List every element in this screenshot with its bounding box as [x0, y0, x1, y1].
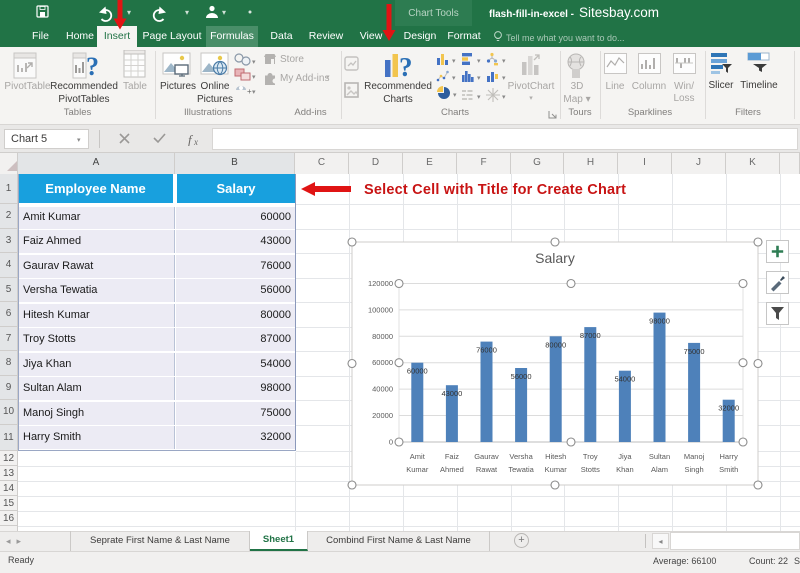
svg-text:40000: 40000	[372, 385, 393, 394]
svg-text:▾: ▾	[452, 75, 456, 82]
svg-text:?: ?	[86, 52, 99, 79]
svg-text:?: ?	[399, 52, 413, 79]
svg-text:Sultan: Sultan	[649, 452, 670, 461]
svg-text:32000: 32000	[718, 404, 739, 413]
svg-text:76000: 76000	[476, 346, 497, 355]
svg-text:▾: ▾	[252, 59, 256, 66]
svg-text:Smith: Smith	[719, 465, 738, 474]
svg-text:120000: 120000	[368, 279, 393, 288]
svg-text:100000: 100000	[368, 305, 393, 314]
svg-text:Kumar: Kumar	[406, 465, 429, 474]
svg-text:▾: ▾	[453, 92, 457, 99]
svg-text:▾: ▾	[185, 8, 189, 17]
svg-text:Kumar: Kumar	[545, 465, 568, 474]
svg-text:▾: ▾	[222, 8, 226, 17]
svg-text:▾: ▾	[477, 58, 481, 65]
svg-text:Versha: Versha	[509, 452, 533, 461]
svg-text:Alam: Alam	[651, 465, 668, 474]
svg-text:Jiya: Jiya	[618, 452, 632, 461]
svg-text:▾: ▾	[477, 75, 481, 82]
svg-text:Manoj: Manoj	[684, 452, 705, 461]
svg-text:Stotts: Stotts	[581, 465, 600, 474]
svg-text:0: 0	[389, 438, 393, 447]
svg-text:87000: 87000	[580, 331, 601, 340]
svg-text:Rawat: Rawat	[476, 465, 498, 474]
svg-text:▾: ▾	[252, 74, 256, 81]
svg-text:43000: 43000	[441, 389, 462, 398]
svg-text:98000: 98000	[649, 317, 670, 326]
svg-text:▾: ▾	[452, 58, 456, 65]
svg-text:▾: ▾	[477, 94, 481, 101]
svg-text:60000: 60000	[372, 358, 393, 367]
svg-text:Ahmed: Ahmed	[440, 465, 464, 474]
svg-text:Singh: Singh	[685, 465, 704, 474]
svg-text:80000: 80000	[372, 332, 393, 341]
svg-text:Tewatia: Tewatia	[508, 465, 534, 474]
svg-text:Gaurav: Gaurav	[474, 452, 499, 461]
svg-text:▾: ▾	[252, 89, 256, 96]
svg-text:x: x	[193, 137, 198, 146]
svg-text:20000: 20000	[372, 411, 393, 420]
svg-text:Salary: Salary	[535, 250, 575, 266]
svg-text:Amit: Amit	[410, 452, 426, 461]
svg-text:60000: 60000	[407, 367, 428, 376]
svg-text:Hitesh: Hitesh	[545, 452, 566, 461]
svg-text:Khan: Khan	[616, 465, 634, 474]
svg-text:Harry: Harry	[720, 452, 739, 461]
svg-text:▾: ▾	[502, 58, 506, 65]
svg-text:80000: 80000	[545, 340, 566, 349]
svg-text:Faiz: Faiz	[445, 452, 459, 461]
svg-text:75000: 75000	[684, 347, 705, 356]
svg-text:56000: 56000	[511, 372, 532, 381]
svg-text:54000: 54000	[614, 375, 635, 384]
svg-text:Troy: Troy	[583, 452, 598, 461]
